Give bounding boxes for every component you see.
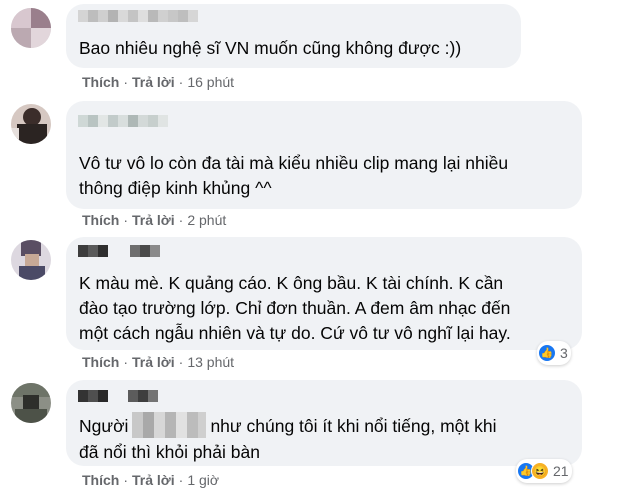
comment-actions: Thích · Trả lời · 1 giờ [82,472,219,488]
reaction-count: 3 [560,345,568,361]
blurred-author-name [78,390,158,404]
like-icon: 👍 [538,344,556,362]
separator-dot: · [123,354,129,370]
comment-text-rest: như chúng tôi ít khi nổi tiếng, một khi [210,416,497,436]
separator-dot: · [178,472,184,488]
comment-text: Người như chúng tôi ít khi nổi tiếng, một… [79,412,497,465]
comment-time[interactable]: 2 phút [187,212,226,228]
comment-bubble: Vô tư vô lo còn đa tài mà kiểu nhiều cli… [66,101,582,209]
comment-text: Bao nhiêu nghệ sĩ VN muốn cũng không đượ… [79,38,462,58]
comment-actions: Thích · Trả lời · 2 phút [82,212,226,228]
comment-time[interactable]: 16 phút [187,74,234,90]
comment-text-start: Người [79,416,129,436]
like-link[interactable]: Thích [82,74,119,90]
like-link[interactable]: Thích [82,212,119,228]
haha-icon: 😆 [531,462,549,480]
like-link[interactable]: Thích [82,472,119,488]
blurred-mention [132,412,207,439]
blurred-author-name [78,115,168,129]
separator-dot: · [178,354,184,370]
comment-bubble: Người như chúng tôi ít khi nổi tiếng, một… [66,380,582,466]
comment-time[interactable]: 1 giờ [187,472,219,488]
avatar[interactable] [11,240,51,280]
reaction-count: 21 [553,463,569,479]
avatar[interactable] [11,383,51,423]
reply-link[interactable]: Trả lời [132,354,175,370]
comment-time[interactable]: 13 phút [187,354,234,370]
separator-dot: · [178,212,184,228]
reaction-summary[interactable]: 👍 3 [537,341,571,365]
separator-dot: · [123,74,129,90]
avatar[interactable] [11,104,51,144]
like-link[interactable]: Thích [82,354,119,370]
comment-text: Vô tư vô lo còn đa tài mà kiểu nhiều cli… [79,153,509,198]
blurred-author-name [78,10,198,24]
separator-dot: · [123,212,129,228]
comment-actions: Thích · Trả lời · 13 phút [82,354,234,370]
separator-dot: · [123,472,129,488]
comment-bubble: K màu mè. K quảng cáo. K ông bầu. K tài … [66,237,582,350]
comment-actions: Thích · Trả lời · 16 phút [82,74,234,90]
reply-link[interactable]: Trả lời [132,472,175,488]
avatar[interactable] [11,8,51,48]
comment-text: K màu mè. K quảng cáo. K ông bầu. K tài … [79,273,511,343]
blurred-author-name [78,245,160,259]
comment-text-line2: đã nổi thì khỏi phải bàn [79,442,260,463]
reaction-summary[interactable]: 👍 😆 21 [516,459,572,483]
reply-link[interactable]: Trả lời [132,74,175,90]
comment-bubble: Bao nhiêu nghệ sĩ VN muốn cũng không đượ… [66,4,521,68]
reply-link[interactable]: Trả lời [132,212,175,228]
separator-dot: · [178,74,184,90]
